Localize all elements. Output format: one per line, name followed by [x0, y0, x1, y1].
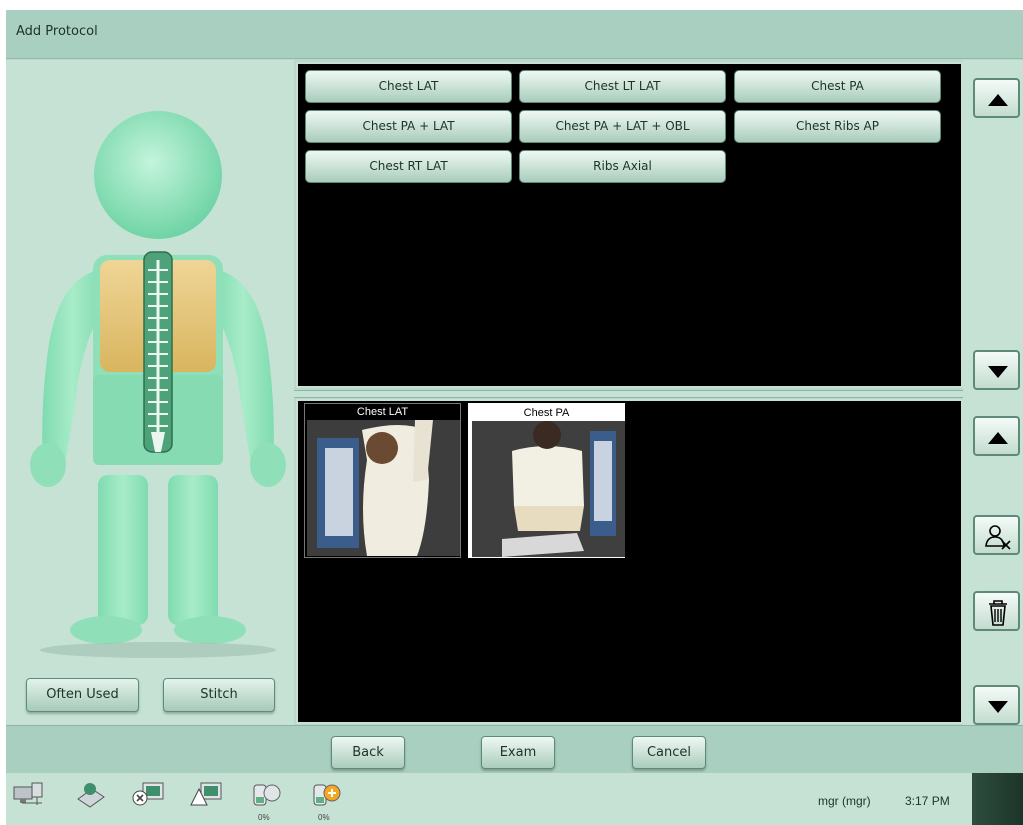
- clock: 3:17 PM: [905, 794, 950, 808]
- scanner-icon[interactable]: [74, 779, 108, 809]
- card-label: Chest PA: [470, 405, 623, 421]
- add-protocol-window: Add Protocol Often Used Stitch Chest LAT…: [6, 10, 1023, 825]
- delete-button[interactable]: [973, 591, 1020, 631]
- body-part-left-leg[interactable]: [168, 475, 246, 644]
- logged-in-user: mgr (mgr): [818, 794, 871, 808]
- arrow-up-icon: [988, 432, 1008, 444]
- action-bar: Back Exam Cancel: [6, 725, 1023, 773]
- spine-icon: [143, 251, 173, 453]
- card-label: Chest LAT: [305, 404, 460, 420]
- body-map: [30, 111, 286, 658]
- often-used-button[interactable]: Often Used: [26, 678, 139, 712]
- protocol-scroll-up-button[interactable]: [973, 78, 1020, 118]
- right-control-column: [963, 60, 1023, 725]
- detector-2-percent: 0%: [318, 813, 330, 822]
- selected-protocol-card-active[interactable]: Chest PA: [468, 403, 625, 558]
- protocol-button[interactable]: Chest PA: [734, 70, 941, 103]
- body-part-right-leg[interactable]: [70, 475, 148, 644]
- window-title: Add Protocol: [16, 24, 98, 39]
- patient-position-image: [472, 421, 625, 557]
- edit-patient-button[interactable]: [973, 515, 1020, 555]
- selected-scroll-up-button[interactable]: [973, 416, 1020, 456]
- body-part-right-arm[interactable]: [30, 270, 103, 487]
- patient-position-image: [307, 420, 460, 556]
- arrow-down-icon: [988, 701, 1008, 713]
- arrow-down-icon: [988, 366, 1008, 378]
- protocol-button[interactable]: Chest LT LAT: [519, 70, 726, 103]
- detector-battery-icon[interactable]: [308, 779, 342, 809]
- panel-splitter[interactable]: [294, 390, 1023, 398]
- protocol-button[interactable]: Chest PA + LAT: [305, 110, 512, 143]
- protocol-scroll-down-button[interactable]: [973, 350, 1020, 390]
- back-button[interactable]: Back: [331, 736, 405, 769]
- protocol-button[interactable]: Ribs Axial: [519, 150, 726, 183]
- selected-protocol-card[interactable]: Chest LAT: [304, 403, 461, 558]
- stitch-button[interactable]: Stitch: [163, 678, 275, 712]
- arrow-up-icon: [988, 94, 1008, 106]
- body-part-head[interactable]: [94, 111, 222, 239]
- detector-1-percent: 0%: [258, 813, 270, 822]
- trash-icon: [989, 600, 1007, 626]
- monitor-error-icon[interactable]: [131, 779, 165, 809]
- selected-protocols-panel: Chest LAT Chest PA: [296, 399, 963, 724]
- protocol-button[interactable]: Chest RT LAT: [305, 150, 512, 183]
- title-bar: Add Protocol: [6, 10, 1023, 59]
- protocol-button[interactable]: Chest PA + LAT + OBL: [519, 110, 726, 143]
- exam-button[interactable]: Exam: [481, 736, 555, 769]
- body-part-left-arm[interactable]: [213, 270, 286, 487]
- user-edit-icon: [985, 525, 1011, 550]
- selected-scroll-down-button[interactable]: [973, 685, 1020, 725]
- monitor-warning-icon[interactable]: [189, 779, 223, 809]
- network-icon[interactable]: [12, 779, 46, 809]
- body-region-panel: Often Used Stitch: [6, 60, 294, 725]
- protocol-list-panel: Chest LAT Chest LT LAT Chest PA Chest PA…: [296, 62, 963, 388]
- detector-battery-icon[interactable]: [248, 779, 282, 809]
- taskbar-corner: [972, 773, 1023, 825]
- protocol-button[interactable]: Chest Ribs AP: [734, 110, 941, 143]
- taskbar: 0% 0% mgr (mgr) 3:17 PM: [6, 773, 1023, 825]
- protocol-button[interactable]: Chest LAT: [305, 70, 512, 103]
- cancel-button[interactable]: Cancel: [632, 736, 706, 769]
